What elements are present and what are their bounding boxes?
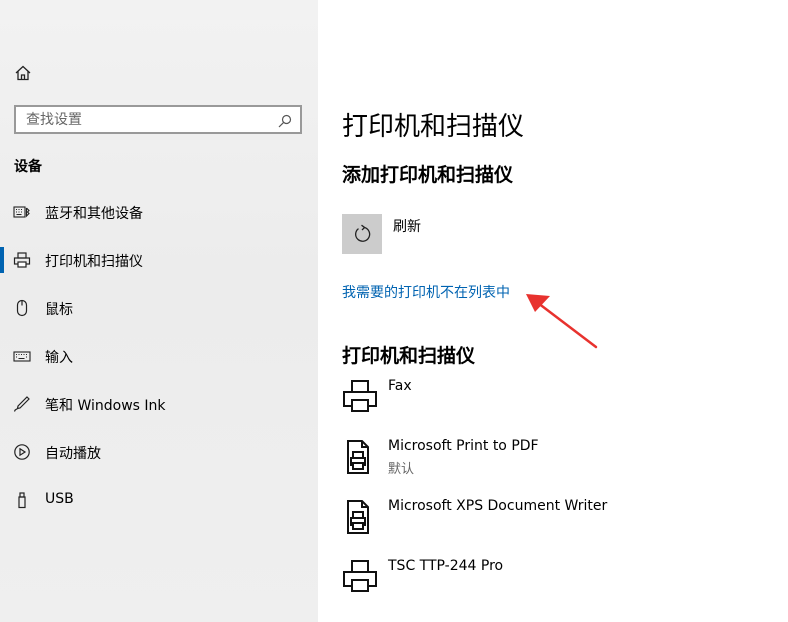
document-printer-icon (340, 498, 380, 538)
sidebar-item-pen[interactable]: 笔和 Windows Ink (0, 382, 318, 426)
pen-icon (13, 395, 31, 413)
sidebar: 设备 蓝牙和其他设备 打印机和扫描仪 鼠标 (0, 0, 318, 622)
add-printers-heading: 添加打印机和扫描仪 (342, 164, 514, 186)
refresh-label[interactable]: 刷新 (393, 216, 421, 236)
refresh-button[interactable] (342, 214, 382, 254)
annotation-arrow (526, 294, 598, 349)
fax-printer-icon (340, 378, 380, 418)
keyboard-bluetooth-icon (13, 203, 31, 221)
search-box[interactable] (14, 105, 302, 134)
sidebar-item-usb[interactable]: USB (0, 478, 318, 522)
printer-icon (13, 251, 31, 269)
printer-name: Microsoft Print to PDF (388, 438, 539, 454)
printer-item-fax[interactable]: Fax (340, 378, 740, 428)
refresh-icon (354, 224, 371, 242)
sidebar-item-printers[interactable]: 打印机和扫描仪 (0, 238, 318, 282)
sidebar-item-label: USB (45, 491, 74, 507)
sidebar-item-typing[interactable]: 输入 (0, 334, 318, 378)
sidebar-item-label: 笔和 Windows Ink (45, 398, 166, 414)
printer-name: TSC TTP-244 Pro (388, 558, 504, 574)
autoplay-icon (13, 443, 31, 461)
active-indicator (0, 247, 4, 273)
mouse-icon (13, 299, 31, 317)
printers-list-heading: 打印机和扫描仪 (342, 345, 476, 367)
search-icon[interactable] (278, 113, 292, 128)
usb-icon (13, 491, 31, 509)
printer-name: Fax (388, 378, 412, 394)
document-printer-icon (340, 438, 380, 478)
home-icon[interactable] (14, 64, 32, 82)
keyboard-icon (13, 347, 31, 365)
sidebar-item-mouse[interactable]: 鼠标 (0, 286, 318, 330)
section-title: 设备 (14, 159, 42, 175)
printer-icon (340, 558, 380, 598)
sidebar-item-bluetooth[interactable]: 蓝牙和其他设备 (0, 190, 318, 234)
page-title: 打印机和扫描仪 (342, 112, 525, 142)
printer-item-ms-xps[interactable]: Microsoft XPS Document Writer (340, 498, 740, 548)
sidebar-item-label: 自动播放 (45, 446, 101, 462)
sidebar-item-label: 鼠标 (45, 302, 73, 318)
printer-default-status: 默认 (388, 462, 415, 477)
printer-item-ms-pdf[interactable]: Microsoft Print to PDF 默认 (340, 438, 740, 488)
printer-item-tsc[interactable]: TSC TTP-244 Pro (340, 558, 740, 608)
sidebar-item-label: 输入 (45, 350, 73, 366)
printer-not-listed-link[interactable]: 我需要的打印机不在列表中 (342, 282, 510, 302)
sidebar-item-label: 打印机和扫描仪 (45, 254, 143, 270)
printer-name: Microsoft XPS Document Writer (388, 498, 608, 514)
sidebar-item-label: 蓝牙和其他设备 (45, 206, 143, 222)
search-input[interactable] (26, 110, 276, 129)
sidebar-item-autoplay[interactable]: 自动播放 (0, 430, 318, 474)
